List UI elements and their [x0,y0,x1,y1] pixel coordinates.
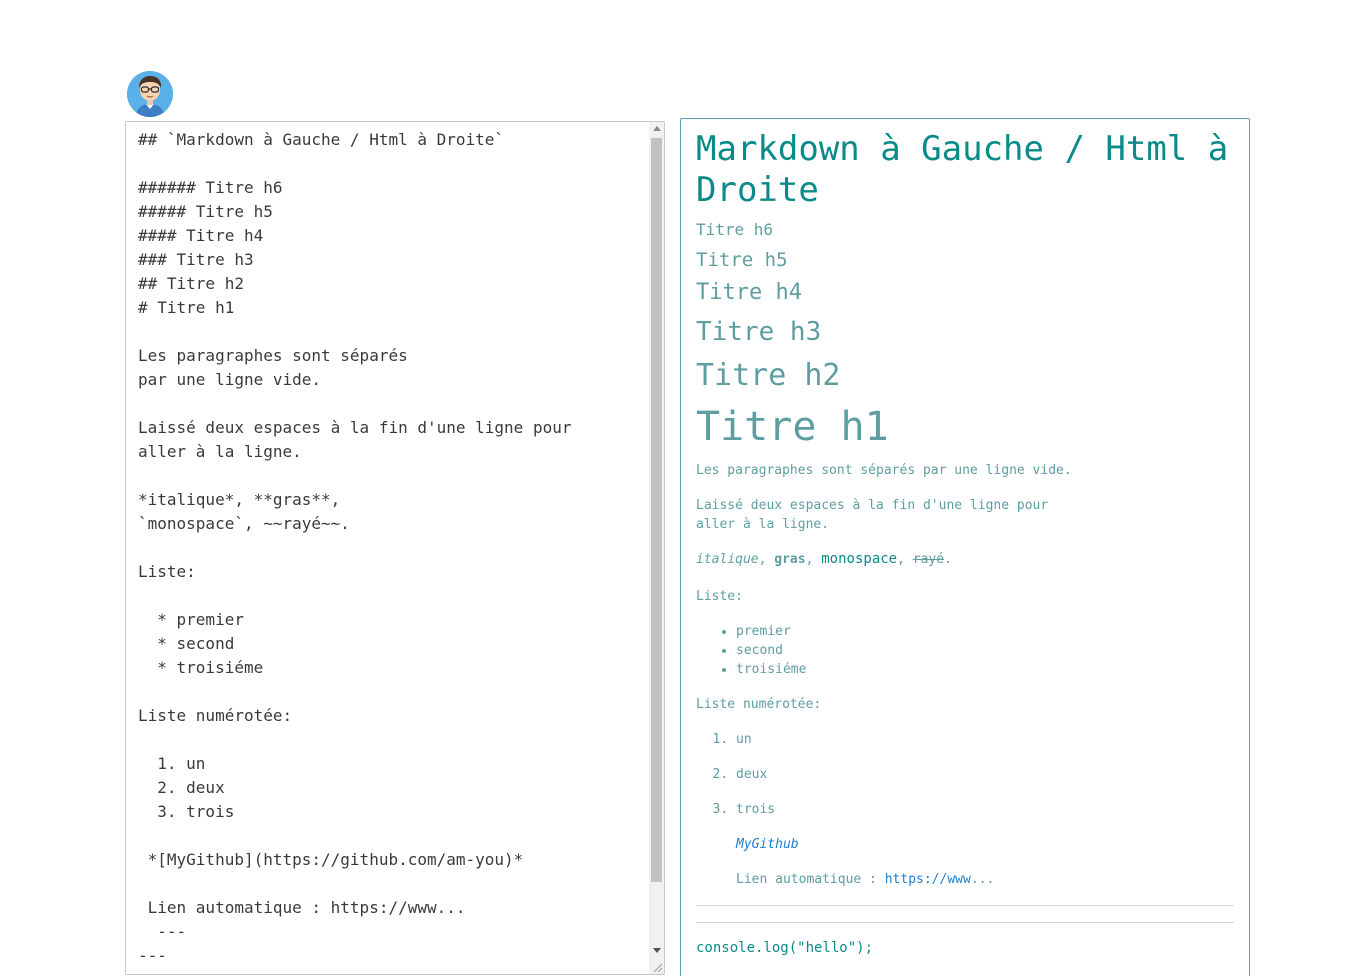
preview-paragraph-2: Laissé deux espaces à la fin d'une ligne… [696,496,1234,534]
github-link[interactable]: MyGithub [736,827,1234,862]
preview-h5: Titre h5 [696,249,788,271]
preview-bullet-list: premier second troisiéme [696,622,1234,679]
auto-link[interactable]: https://www [885,872,971,887]
preview-list-label: Liste: [696,589,743,604]
preview-numbered-list: un deux trois [696,722,1234,827]
preview-h4: Titre h4 [696,280,802,305]
scroll-down-arrow-icon[interactable] [653,948,661,953]
preview-h2: Titre h2 [696,358,841,393]
markdown-editor[interactable]: ## `Markdown à Gauche / Html à Droite` #… [125,121,665,975]
preview-title: Markdown à Gauche / Html à Droite [696,129,1229,210]
editor-scrollbar[interactable] [649,122,664,974]
preview-paragraph-1: Les paragraphes sont séparés par une lig… [696,463,1072,478]
preview-numbered-list-label: Liste numérotée: [696,697,822,712]
preview-inline-styles: italique, gras, monospace, rayé. [696,550,1234,569]
auto-link-label: Lien automatique : [736,872,885,887]
list-item: troisiéme [736,660,1234,679]
numbered-list-item: deux [736,757,1234,792]
strikethrough-text: rayé [912,552,945,567]
period: . [944,552,952,567]
horizontal-rule [696,905,1234,906]
html-preview: Markdown à Gauche / Html à Droite Titre … [680,118,1250,976]
list-item: premier [736,622,1234,641]
horizontal-rule [696,922,1234,923]
auto-link-paragraph: Lien automatique : https://www... [736,862,1234,897]
paragraph-2-line-2: aller à la ligne. [696,517,830,532]
italic-text: italique [696,552,759,567]
preview-content: Markdown à Gauche / Html à Droite Titre … [696,119,1234,958]
auto-link-suffix: ... [970,872,995,887]
bold-text: gras [774,552,806,567]
scroll-thumb[interactable] [651,138,662,882]
scroll-up-arrow-icon[interactable] [653,126,661,131]
numbered-list-item: un [736,722,1234,757]
resize-grip-icon[interactable] [652,962,663,973]
markdown-textarea[interactable]: ## `Markdown à Gauche / Html à Droite` #… [138,128,648,968]
separator: , [897,552,913,567]
separator: , [758,552,775,567]
user-avatar-icon[interactable] [127,71,173,117]
preview-h3: Titre h3 [696,317,822,347]
preview-h6: Titre h6 [696,220,774,239]
paragraph-2-line-1: Laissé deux espaces à la fin d'une ligne… [696,498,1049,513]
list-item: second [736,641,1234,660]
monospace-text: monospace [821,551,898,567]
numbered-list-item: trois [736,792,1234,827]
separator: , [805,552,822,567]
code-block: console.log("hello"); [696,940,874,956]
preview-h1: Titre h1 [696,404,889,450]
